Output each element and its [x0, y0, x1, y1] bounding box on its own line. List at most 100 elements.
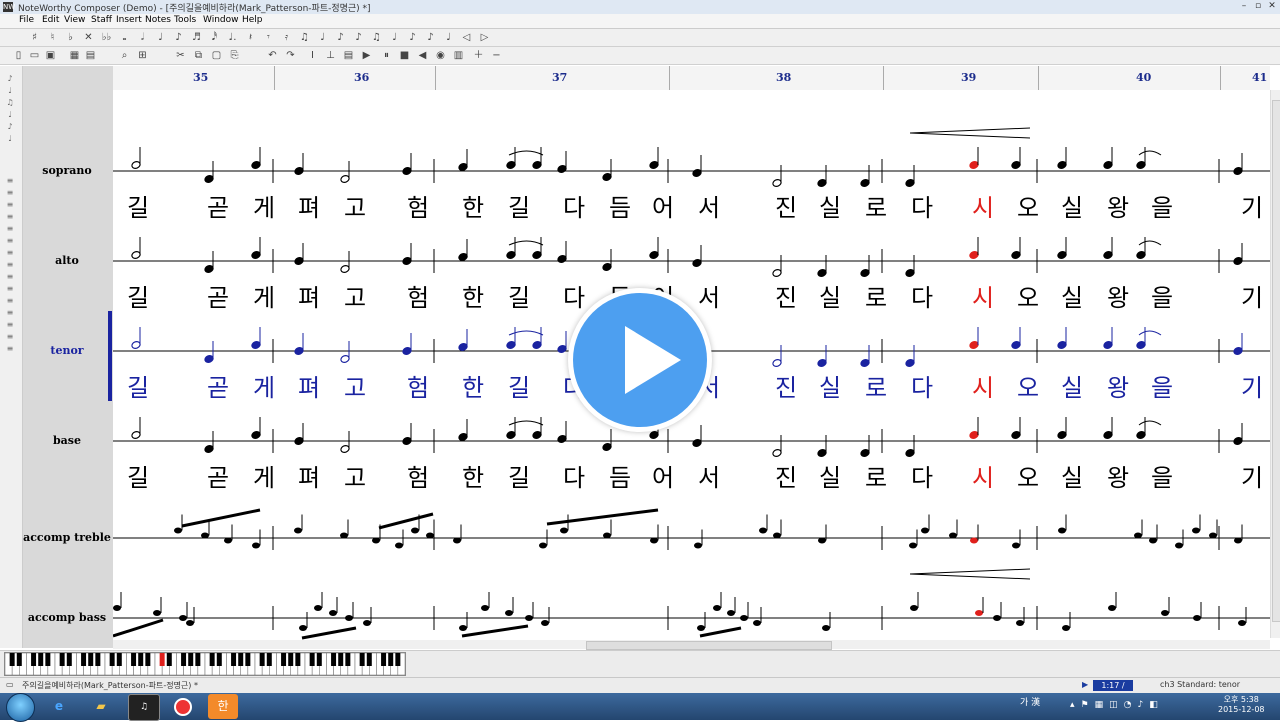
close-icon[interactable]: ✕: [1266, 1, 1278, 12]
menu-file[interactable]: File: [19, 15, 34, 25]
piano-black-key[interactable]: [59, 653, 65, 666]
staff-icon[interactable]: ▤: [342, 49, 355, 62]
beam-icon[interactable]: ♫: [298, 31, 311, 44]
zoom-icon[interactable]: ⌕: [118, 49, 131, 62]
strip-tool-icon[interactable]: ♩: [4, 110, 16, 120]
volume-icon[interactable]: ◀: [416, 49, 429, 62]
redo-icon[interactable]: ↷: [284, 49, 297, 62]
new-icon[interactable]: ▯: [12, 49, 25, 62]
double-sharp-icon[interactable]: ✕: [82, 31, 95, 44]
menu-edit[interactable]: Edit: [42, 15, 59, 25]
staff-name-base[interactable]: base: [23, 434, 111, 447]
strip-tool-icon[interactable]: ♩: [4, 86, 16, 96]
hangul-app-icon[interactable]: 한: [208, 694, 238, 719]
strip-tool-icon[interactable]: ≡: [4, 176, 16, 186]
restore-icon[interactable]: ▫: [1252, 1, 1264, 12]
play-overlay-button[interactable]: [568, 288, 712, 432]
prev-icon[interactable]: ◁: [460, 31, 473, 44]
double-flat-icon[interactable]: ♭♭: [100, 31, 113, 44]
piano-black-key[interactable]: [309, 653, 315, 666]
strip-tool-icon[interactable]: ≡: [4, 344, 16, 354]
paste-icon[interactable]: ▢: [210, 49, 223, 62]
strip-tool-icon[interactable]: ≡: [4, 248, 16, 258]
noteworthy-icon[interactable]: ♫: [128, 694, 160, 721]
piano-black-key[interactable]: [181, 653, 187, 666]
strip-tool-icon[interactable]: ≡: [4, 224, 16, 234]
save-icon[interactable]: ▣: [44, 49, 57, 62]
piano-black-key[interactable]: [138, 653, 144, 666]
piano-black-key[interactable]: [345, 653, 351, 666]
start-button[interactable]: [6, 693, 35, 722]
folder-icon[interactable]: ▰: [86, 694, 116, 719]
menu-insert[interactable]: Insert: [116, 15, 142, 25]
measure-number[interactable]: 38: [776, 71, 791, 84]
strip-tool-icon[interactable]: ≡: [4, 308, 16, 318]
measure-number[interactable]: 35: [193, 71, 208, 84]
preview-icon[interactable]: ▤: [84, 49, 97, 62]
natural-icon[interactable]: ♮: [46, 31, 59, 44]
copy-icon[interactable]: ⧉: [192, 49, 205, 62]
piano-black-key[interactable]: [38, 653, 44, 666]
stem-up-icon[interactable]: ♩: [316, 31, 329, 44]
strip-tool-icon[interactable]: ♩: [4, 134, 16, 144]
piano-black-key[interactable]: [238, 653, 244, 666]
piano-black-key[interactable]: [259, 653, 265, 666]
measure-number[interactable]: 37: [552, 71, 567, 84]
piano-black-key[interactable]: [45, 653, 51, 666]
menu-staff[interactable]: Staff: [91, 15, 112, 25]
strip-tool-icon[interactable]: ≡: [4, 332, 16, 342]
piano-black-key[interactable]: [245, 653, 251, 666]
piano-black-key[interactable]: [16, 653, 22, 666]
pause-icon[interactable]: ⏸: [380, 49, 393, 62]
strip-tool-icon[interactable]: ≡: [4, 284, 16, 294]
menu-view[interactable]: View: [64, 15, 85, 25]
menu-tools[interactable]: Tools: [174, 15, 196, 25]
sharp-icon[interactable]: ♯: [28, 31, 41, 44]
piano-black-key[interactable]: [231, 653, 237, 666]
tray-icons[interactable]: ▴⚑▦◫◔♪◧: [1070, 700, 1164, 710]
staccato-icon[interactable]: ♪: [406, 31, 419, 44]
document-tab[interactable]: 주의길을예비하라(Mark_Patterson-파트-정명근) *: [22, 680, 198, 691]
piano-black-key[interactable]: [131, 653, 137, 666]
eighth-rest-icon[interactable]: 𝄾: [262, 31, 275, 44]
piano-black-key[interactable]: [209, 653, 215, 666]
measure-number[interactable]: 41: [1252, 71, 1267, 84]
piano-black-key[interactable]: [159, 653, 165, 666]
vertical-scrollbar[interactable]: [1270, 90, 1280, 638]
piano-black-key[interactable]: [338, 653, 344, 666]
piano-black-key[interactable]: [109, 653, 115, 666]
piano-black-key[interactable]: [366, 653, 372, 666]
ie-icon[interactable]: e: [44, 694, 74, 719]
piano-black-key[interactable]: [66, 653, 72, 666]
slur-icon[interactable]: ♫: [370, 31, 383, 44]
staff-name-accomp-bass[interactable]: accomp bass: [23, 611, 111, 624]
strip-tool-icon[interactable]: ≡: [4, 272, 16, 282]
piano-keyboard[interactable]: [4, 652, 406, 676]
menu-help[interactable]: Help: [242, 15, 263, 25]
piano-black-key[interactable]: [266, 653, 272, 666]
piano-black-key[interactable]: [295, 653, 301, 666]
measure-number[interactable]: 39: [961, 71, 976, 84]
rest-icon[interactable]: 𝄽: [244, 31, 257, 44]
ime-indicator[interactable]: 가 漢: [1020, 695, 1040, 708]
staff-name-accomp-treble[interactable]: accomp treble: [23, 531, 111, 544]
recorder-icon[interactable]: [168, 694, 198, 719]
piano-black-key[interactable]: [195, 653, 201, 666]
piano-black-key[interactable]: [331, 653, 337, 666]
horizontal-scroll-thumb[interactable]: [586, 641, 832, 650]
staff-name-tenor[interactable]: tenor: [23, 344, 111, 357]
measure-number[interactable]: 40: [1136, 71, 1151, 84]
horizontal-scrollbar[interactable]: [113, 640, 1270, 650]
zoom-in-icon[interactable]: ＋: [472, 49, 485, 62]
piano-black-key[interactable]: [381, 653, 387, 666]
tie-icon[interactable]: ♪: [352, 31, 365, 44]
layout-icon[interactable]: ▥: [452, 49, 465, 62]
flat-icon[interactable]: ♭: [64, 31, 77, 44]
strip-tool-icon[interactable]: ♪: [4, 74, 16, 84]
sixteenth-rest-icon[interactable]: 𝄿: [280, 31, 293, 44]
piano-black-key[interactable]: [281, 653, 287, 666]
piano-black-key[interactable]: [95, 653, 101, 666]
strip-tool-icon[interactable]: ≡: [4, 188, 16, 198]
cut-icon[interactable]: ✂: [174, 49, 187, 62]
strip-tool-icon[interactable]: ≡: [4, 296, 16, 306]
